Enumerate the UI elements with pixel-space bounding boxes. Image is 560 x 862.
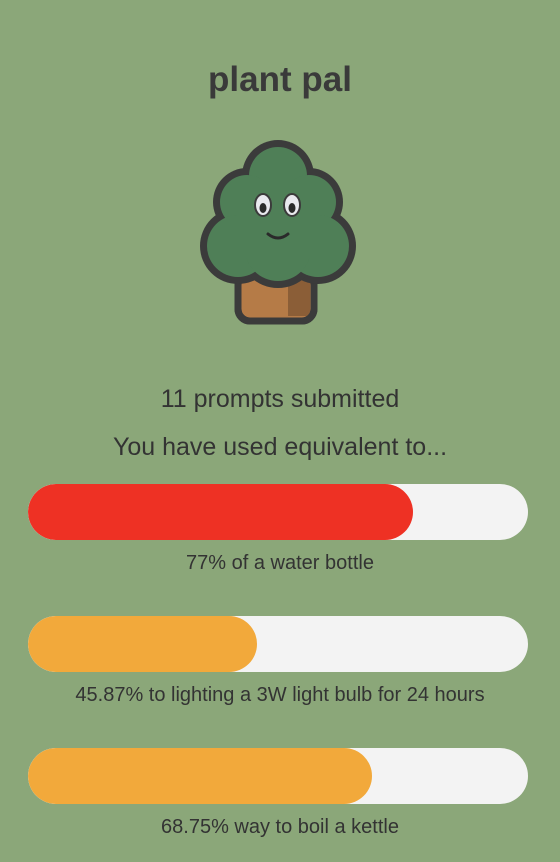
light-bulb-caption: 45.87% to lighting a 3W light bulb for 2…: [75, 684, 485, 706]
kettle-progress-fill: [28, 748, 372, 804]
water-bottle-progress-fill: [28, 484, 413, 540]
tree-mascot-icon: [198, 138, 358, 328]
water-bottle-progress-bar: [28, 484, 528, 540]
kettle-caption: 68.75% way to boil a kettle: [161, 816, 399, 838]
usage-intro-text: You have used equivalent to...: [112, 433, 448, 461]
page-title: plant pal: [208, 60, 352, 99]
light-bulb-progress-fill: [28, 616, 258, 672]
water-bottle-caption: 77% of a water bottle: [186, 552, 374, 574]
light-bulb-progress-bar: [28, 616, 528, 672]
prompt-count-text: 11 prompts submitted: [160, 385, 400, 413]
kettle-progress-bar: [28, 748, 528, 804]
